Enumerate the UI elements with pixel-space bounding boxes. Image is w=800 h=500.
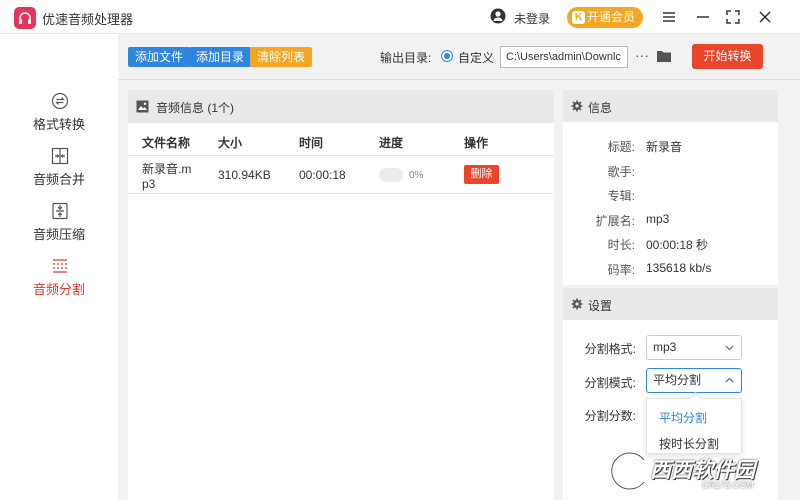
merge-icon (51, 147, 69, 165)
split-mode-dropdown: 平均分割 按时长分割 (646, 398, 742, 454)
watermark-subtext: CR173.COM (702, 480, 754, 490)
info-panel-header: 信息 (563, 90, 778, 122)
column-header-name: 文件名称 (142, 136, 191, 150)
info-value-duration: 00:00:18 秒 (646, 238, 709, 252)
table-divider (128, 193, 554, 194)
info-key-artist: 歌手: (607, 165, 635, 179)
column-header-time: 时间 (299, 136, 324, 150)
custom-radio[interactable] (441, 50, 453, 62)
file-duration: 00:00:18 (299, 168, 346, 182)
settings-panel-header: 设置 (563, 288, 778, 320)
custom-radio-label[interactable]: 自定义 (458, 49, 494, 66)
info-value-title: 新录音 (646, 140, 683, 154)
audio-info-panel: 音频信息 (1个) 文件名称 大小 时间 进度 操作 新录音.m p3 310.… (128, 90, 554, 500)
split-mode-value: 平均分割 (653, 373, 702, 387)
split-format-value: mp3 (653, 340, 677, 354)
split-format-label: 分割格式: (584, 342, 636, 356)
audio-panel-title: 音频信息 (1个) (156, 101, 235, 115)
vip-button[interactable]: K 开通会员 (567, 7, 643, 28)
progress-percent: 0% (409, 170, 424, 181)
compress-icon (52, 202, 68, 220)
file-name-line2: p3 (142, 177, 156, 191)
image-icon (136, 100, 149, 113)
column-header-size: 大小 (218, 136, 243, 150)
app-title: 优速音频处理器 (42, 12, 134, 27)
sidebar-item-label: 音频压缩 (32, 227, 85, 242)
column-header-action: 操作 (464, 136, 489, 150)
menu-icon[interactable] (660, 8, 678, 26)
split-mode-select[interactable]: 平均分割 (646, 368, 742, 393)
gear-icon (571, 100, 583, 112)
column-header-progress: 进度 (379, 136, 404, 150)
delete-button[interactable]: 删除 (464, 165, 499, 184)
file-name-line1: 新录音.m (142, 162, 192, 176)
output-dir-label: 输出目录: (380, 51, 432, 65)
chevron-down-icon (725, 345, 734, 351)
login-link[interactable]: 未登录 (514, 10, 550, 27)
vip-badge-icon: K (572, 11, 585, 24)
vip-label: 开通会员 (587, 10, 636, 24)
clear-list-button[interactable]: 清除列表 (250, 47, 313, 67)
split-mode-label: 分割模式: (584, 376, 636, 390)
user-icon[interactable] (490, 8, 506, 24)
add-file-button[interactable]: 添加文件 (128, 47, 191, 67)
table-divider (128, 155, 554, 156)
more-options-button[interactable]: ··· (634, 46, 650, 66)
gear-icon (571, 298, 583, 310)
add-directory-button[interactable]: 添加目录 (189, 47, 252, 67)
sidebar: 格式转换 音频合并 音频压缩 音频分割 (0, 34, 118, 500)
sidebar-item-audio-split[interactable]: 音频分割 (0, 257, 118, 307)
start-convert-button[interactable]: 开始转换 (692, 44, 763, 69)
info-key-duration: 时长: (607, 238, 635, 252)
sidebar-item-label: 格式转换 (32, 117, 85, 132)
info-key-extension: 扩展名: (595, 214, 635, 228)
watermark-logo-icon (608, 450, 647, 492)
progress-bar (379, 168, 403, 182)
info-key-title: 标题: (607, 140, 635, 154)
split-icon (53, 259, 67, 273)
audio-panel-header: 音频信息 (1个) (128, 90, 554, 123)
info-panel: 信息 标题: 新录音 歌手: 专辑: 扩展名: mp3 时长: 00:00:18… (563, 90, 778, 285)
minimize-icon[interactable] (694, 8, 712, 26)
watermark: 西西软件园 CR173.COM (598, 448, 798, 494)
sidebar-item-label: 音频合并 (32, 172, 85, 187)
info-value-bitrate: 135618 kb/s (646, 261, 712, 275)
file-size: 310.94KB (218, 168, 271, 182)
sidebar-item-format-convert[interactable]: 格式转换 (0, 92, 118, 142)
app-logo-icon (14, 7, 36, 29)
sidebar-item-audio-merge[interactable]: 音频合并 (0, 147, 118, 197)
info-value-extension: mp3 (646, 212, 670, 226)
title-bar: 优速音频处理器 未登录 K 开通会员 (0, 0, 800, 34)
folder-icon[interactable] (656, 48, 672, 64)
split-count-label: 分割分数: (584, 409, 636, 423)
chevron-up-icon (725, 377, 734, 383)
sidebar-item-audio-compress[interactable]: 音频压缩 (0, 202, 118, 252)
sidebar-item-label: 音频分割 (32, 282, 85, 297)
dropdown-option-average[interactable]: 平均分割 (659, 409, 707, 426)
split-format-select[interactable]: mp3 (646, 335, 742, 360)
info-panel-title: 信息 (588, 101, 613, 115)
settings-panel-title: 设置 (588, 299, 613, 313)
maximize-icon[interactable] (724, 8, 742, 26)
swap-circle-icon (51, 92, 69, 110)
toolbar: 添加文件 添加目录 清除列表 输出目录: 自定义 C:\Users\admin\… (118, 34, 800, 80)
close-icon[interactable] (756, 8, 774, 26)
output-path-input[interactable]: C:\Users\admin\Downlc (500, 46, 628, 68)
info-key-album: 专辑: (607, 189, 635, 203)
info-key-bitrate: 码率: (607, 263, 635, 277)
